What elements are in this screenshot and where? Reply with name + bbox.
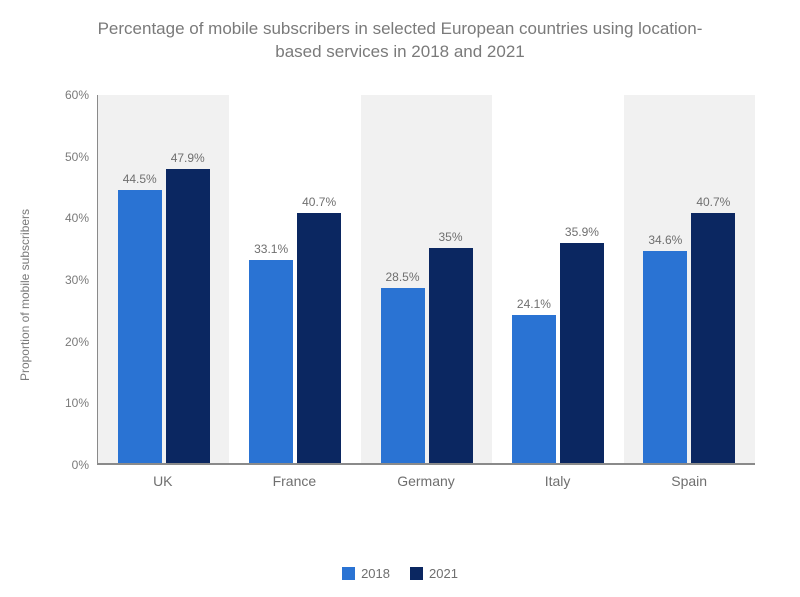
bar-2018: 33.1%	[249, 260, 293, 463]
chart-area: Proportion of mobile subscribers 0% 10% …	[55, 95, 755, 495]
bar-group: 33.1% 40.7%	[229, 95, 360, 463]
legend-item-2018: 2018	[342, 566, 390, 581]
plot-area: 44.5% 47.9% 33.1% 40.7% 28.5% 35	[97, 95, 755, 465]
x-axis: UK France Germany Italy Spain	[97, 465, 755, 495]
y-axis-label: Proportion of mobile subscribers	[18, 209, 32, 381]
x-tick-label: Germany	[360, 465, 492, 495]
legend-label: 2021	[429, 566, 458, 581]
bar-value-label: 40.7%	[696, 195, 730, 209]
chart-title: Percentage of mobile subscribers in sele…	[0, 0, 800, 72]
bar-2018: 28.5%	[381, 288, 425, 463]
bar-2018: 44.5%	[118, 190, 162, 463]
y-tick-label: 40%	[65, 211, 89, 225]
bar-value-label: 33.1%	[254, 242, 288, 256]
legend-swatch-icon	[342, 567, 355, 580]
bar-value-label: 35%	[439, 230, 463, 244]
bar-2021: 35%	[429, 248, 473, 463]
bar-group: 28.5% 35%	[361, 95, 492, 463]
bar-2021: 47.9%	[166, 169, 210, 463]
bar-2018: 34.6%	[643, 251, 687, 463]
y-tick-label: 60%	[65, 88, 89, 102]
bar-groups: 44.5% 47.9% 33.1% 40.7% 28.5% 35	[98, 95, 755, 463]
y-tick-label: 0%	[72, 458, 89, 472]
bar-value-label: 35.9%	[565, 225, 599, 239]
bar-value-label: 28.5%	[386, 270, 420, 284]
x-tick-label: Italy	[492, 465, 624, 495]
y-axis: 0% 10% 20% 30% 40% 50% 60%	[55, 95, 97, 465]
y-tick-label: 10%	[65, 396, 89, 410]
legend: 2018 2021	[0, 566, 800, 581]
y-tick-label: 50%	[65, 150, 89, 164]
bar-value-label: 34.6%	[648, 233, 682, 247]
bar-value-label: 44.5%	[123, 172, 157, 186]
legend-label: 2018	[361, 566, 390, 581]
x-tick-label: France	[229, 465, 361, 495]
bar-group: 44.5% 47.9%	[98, 95, 229, 463]
bar-2018: 24.1%	[512, 315, 556, 463]
bar-group: 24.1% 35.9%	[492, 95, 623, 463]
y-tick-label: 20%	[65, 335, 89, 349]
bar-2021: 40.7%	[297, 213, 341, 463]
x-tick-label: UK	[97, 465, 229, 495]
bar-value-label: 24.1%	[517, 297, 551, 311]
bar-value-label: 47.9%	[171, 151, 205, 165]
legend-item-2021: 2021	[410, 566, 458, 581]
x-tick-label: Spain	[623, 465, 755, 495]
legend-swatch-icon	[410, 567, 423, 580]
bar-2021: 35.9%	[560, 243, 604, 463]
bar-value-label: 40.7%	[302, 195, 336, 209]
y-tick-label: 30%	[65, 273, 89, 287]
bar-group: 34.6% 40.7%	[624, 95, 755, 463]
bar-2021: 40.7%	[691, 213, 735, 463]
